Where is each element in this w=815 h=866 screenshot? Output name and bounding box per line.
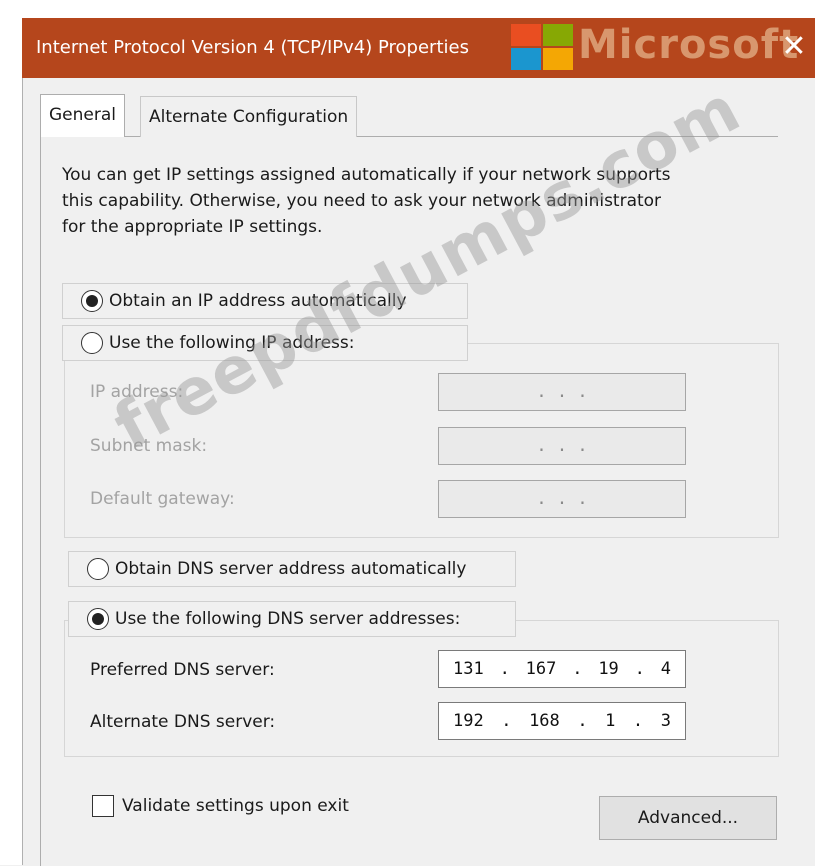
use-following-ip-label: Use the following IP address: <box>109 333 355 353</box>
close-icon: ✕ <box>781 29 807 64</box>
advanced-button-label: Advanced... <box>637 808 739 828</box>
title-bar: Internet Protocol Version 4 (TCP/IPv4) P… <box>22 18 815 78</box>
description-line: You can get IP settings assigned automat… <box>62 165 671 185</box>
subnet-mask-value: . . . <box>536 436 588 456</box>
obtain-dns-automatically-radio[interactable]: Obtain DNS server address automatically <box>68 551 516 587</box>
use-following-ip-radio[interactable]: Use the following IP address: <box>62 325 468 361</box>
ip-octet: 4 <box>660 659 671 679</box>
obtain-ip-automatically-radio[interactable]: Obtain an IP address automatically <box>62 283 468 319</box>
subnet-mask-input[interactable]: . . . <box>438 427 686 465</box>
checkbox-box <box>92 795 114 817</box>
obtain-ip-automatically-label: Obtain an IP address automatically <box>109 291 407 311</box>
description-line: this capability. Otherwise, you need to … <box>62 191 662 211</box>
ip-octet: 3 <box>660 711 671 731</box>
tab-general[interactable]: General <box>40 94 125 137</box>
ip-octet: 168 <box>529 711 560 731</box>
advanced-button[interactable]: Advanced... <box>599 796 777 840</box>
ip-octet: 167 <box>525 659 557 679</box>
ms-logo-red-square <box>511 24 541 46</box>
description-text: You can get IP settings assigned automat… <box>62 162 762 240</box>
radio-selected-indicator <box>81 290 103 312</box>
ip-address-value: . . . <box>536 382 588 402</box>
alternate-dns-input[interactable]: 192. 168. 1. 3 <box>438 702 686 740</box>
use-following-dns-label: Use the following DNS server addresses: <box>115 609 461 629</box>
ip-octet: 1 <box>605 711 616 731</box>
description-line: for the appropriate IP settings. <box>62 217 323 237</box>
microsoft-wordmark: Microsoft <box>578 22 800 68</box>
octet-dot: . <box>572 659 583 679</box>
octet-dot: . <box>501 711 512 731</box>
tab-alternate-configuration-label: Alternate Configuration <box>149 107 349 127</box>
preferred-dns-input[interactable]: 131. 167. 19. 4 <box>438 650 686 688</box>
ip-address-label: IP address: <box>90 382 184 402</box>
ip-octet: 192 <box>453 711 484 731</box>
octet-dot: . <box>634 659 645 679</box>
radio-unselected-indicator <box>87 558 109 580</box>
default-gateway-input[interactable]: . . . <box>438 480 686 518</box>
obtain-dns-automatically-label: Obtain DNS server address automatically <box>115 559 467 579</box>
alternate-dns-label: Alternate DNS server: <box>90 712 276 732</box>
ms-logo-yellow-square <box>543 48 573 70</box>
validate-settings-label: Validate settings upon exit <box>122 796 349 816</box>
octet-dot: . <box>577 711 588 731</box>
use-following-dns-radio[interactable]: Use the following DNS server addresses: <box>68 601 516 637</box>
close-button[interactable]: ✕ <box>774 24 814 70</box>
ip-octet: 131 <box>453 659 484 679</box>
radio-selected-indicator <box>87 608 109 630</box>
ip-octet: 19 <box>598 659 619 679</box>
window-title: Internet Protocol Version 4 (TCP/IPv4) P… <box>36 37 469 58</box>
microsoft-logo-icon <box>505 18 577 78</box>
subnet-mask-label: Subnet mask: <box>90 436 208 456</box>
ms-logo-blue-square <box>511 48 541 70</box>
radio-unselected-indicator <box>81 332 103 354</box>
octet-dot: . <box>499 659 510 679</box>
default-gateway-label: Default gateway: <box>90 489 235 509</box>
default-gateway-value: . . . <box>536 489 588 509</box>
ip-address-input[interactable]: . . . <box>438 373 686 411</box>
tab-alternate-configuration[interactable]: Alternate Configuration <box>140 96 358 137</box>
preferred-dns-label: Preferred DNS server: <box>90 660 275 680</box>
validate-settings-checkbox[interactable]: Validate settings upon exit <box>92 795 349 817</box>
tab-general-label: General <box>49 105 116 125</box>
ms-logo-green-square <box>543 24 573 46</box>
octet-dot: . <box>632 711 644 731</box>
